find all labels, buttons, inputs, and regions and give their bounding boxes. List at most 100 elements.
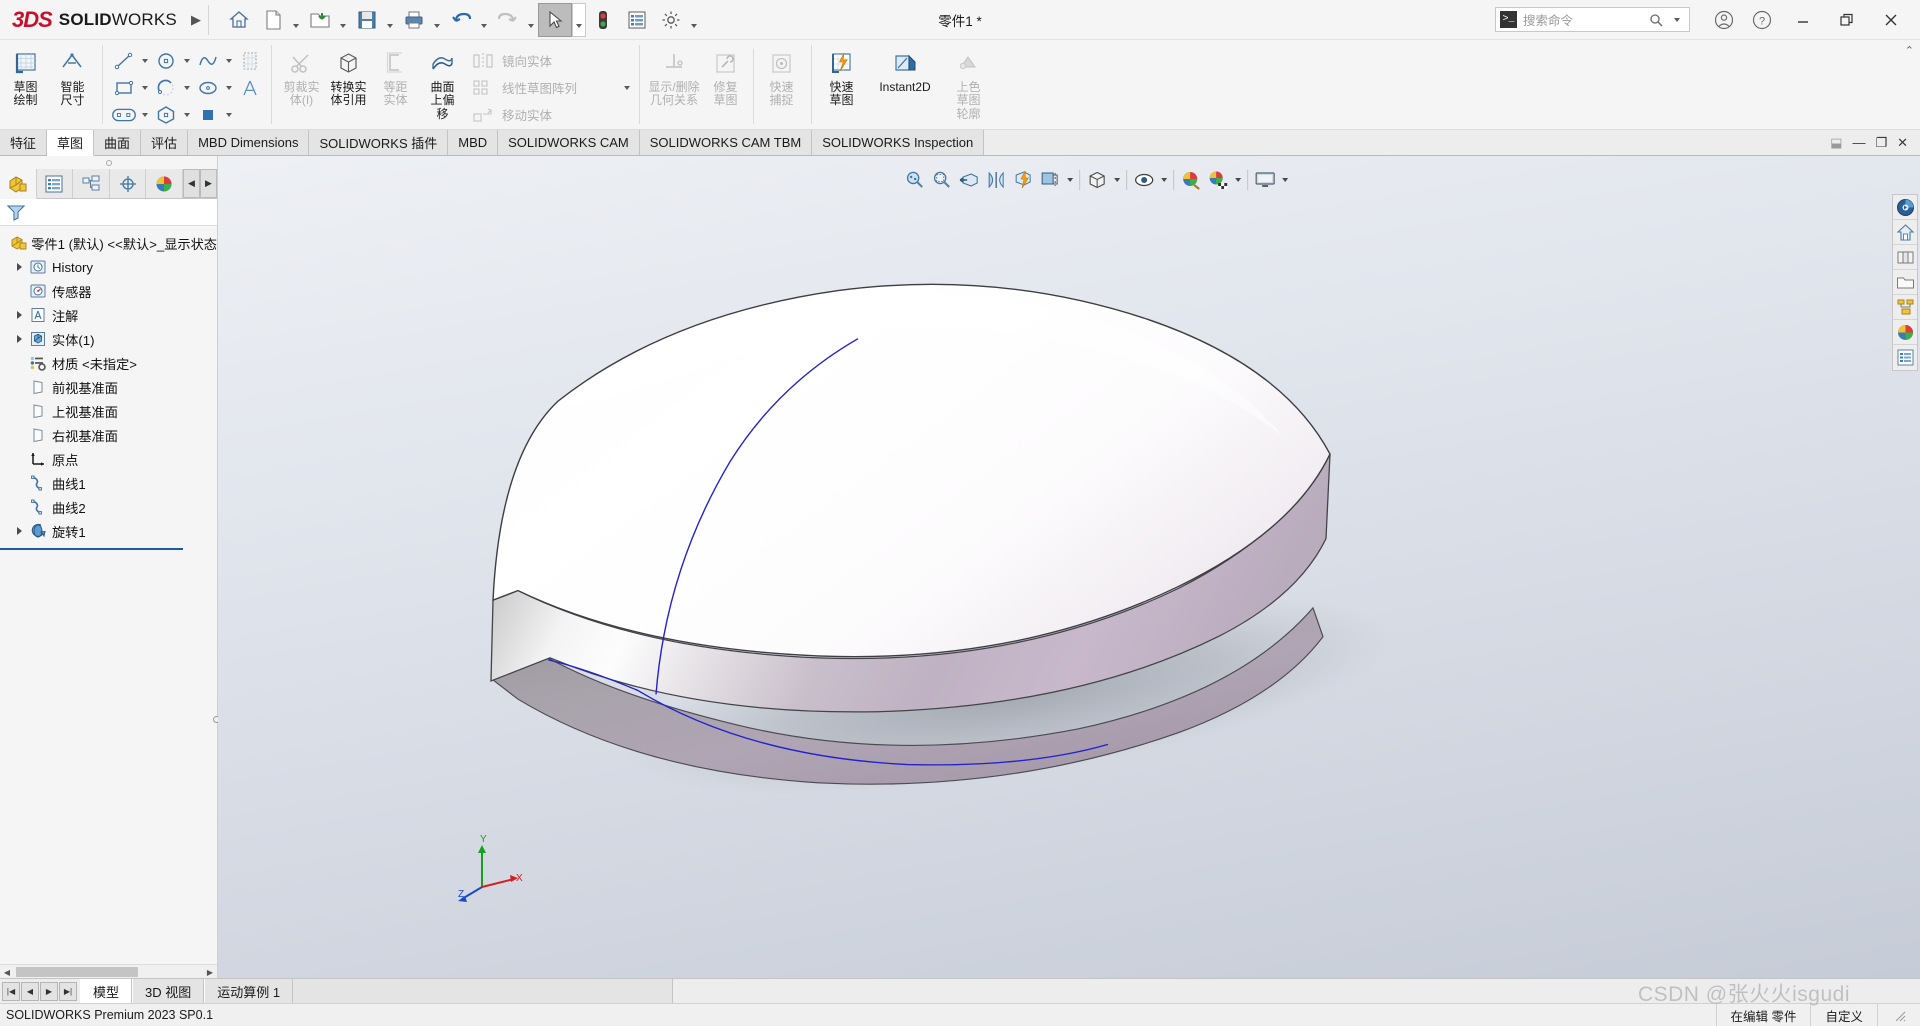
properties-list-icon[interactable] <box>1893 345 1917 370</box>
save-icon[interactable] <box>350 3 384 37</box>
offset-entities-button[interactable]: 等距 实体 <box>372 44 419 124</box>
tree-horizontal-scrollbar[interactable]: ◀ ▶ <box>0 964 217 978</box>
tab-solidworks-cam[interactable]: SOLIDWORKS CAM <box>498 130 640 155</box>
property-manager-tab[interactable] <box>37 169 74 198</box>
tree-root-part[interactable]: 零件1 (默认) <<默认>_显示状态 <box>0 231 217 255</box>
tab-solidworks-inspection[interactable]: SOLIDWORKS Inspection <box>812 130 985 155</box>
instant2d-button[interactable]: Instant2D <box>865 44 945 124</box>
undo-icon[interactable] <box>444 3 478 37</box>
rollback-bar[interactable] <box>0 548 183 550</box>
tree-item-front-plane[interactable]: 前视基准面 <box>0 375 217 399</box>
solid-bodies-expander-icon[interactable] <box>12 335 27 343</box>
account-circle-icon[interactable] <box>1706 3 1742 37</box>
print-caret-icon[interactable] <box>431 3 444 37</box>
doc-nav-last[interactable]: ▶| <box>59 981 77 1001</box>
graphics-viewport[interactable]: Y X Z <box>218 156 1920 978</box>
display-delete-relations-button[interactable]: 显示/删除 几何关系 <box>646 44 702 124</box>
mirror-entities-item[interactable]: 镜向实体 <box>468 47 633 74</box>
tree-item-material[interactable]: 材质 <未指定> <box>0 351 217 375</box>
slot-icon[interactable] <box>109 102 139 128</box>
configuration-manager-tab[interactable] <box>73 169 110 198</box>
history-expander-icon[interactable] <box>12 263 27 271</box>
redo-caret-icon[interactable] <box>525 3 538 37</box>
gear-settings-icon[interactable] <box>654 3 688 37</box>
shaded-sketch-contours-button[interactable]: 上色 草图 轮廓 <box>945 44 992 124</box>
tab-evaluate[interactable]: 评估 <box>141 130 189 155</box>
doc-nav-prev[interactable]: ◀ <box>21 981 39 1001</box>
home-icon[interactable] <box>222 3 256 37</box>
close-window-button[interactable] <box>1870 3 1912 37</box>
line-caret-icon[interactable] <box>139 48 151 74</box>
text-a-icon[interactable] <box>235 75 265 101</box>
doc-nav-first[interactable]: |◀ <box>2 981 20 1001</box>
polygon-dummy-caret-icon[interactable] <box>181 102 193 128</box>
gear-settings-caret-icon[interactable] <box>688 3 701 37</box>
quick-snaps-button[interactable]: 快速 捕捉 <box>758 44 805 124</box>
search-caret-icon[interactable] <box>1669 9 1685 31</box>
close-doc-window[interactable]: ✕ <box>1897 135 1908 151</box>
panel-collapse-handle[interactable] <box>0 156 217 169</box>
folder-open-icon[interactable] <box>1893 270 1917 295</box>
doc-tab-motion-study[interactable]: 运动算例 1 <box>204 979 294 1003</box>
tree-scroll-right-icon[interactable]: ▶ <box>203 966 217 978</box>
sketch-plane-icon[interactable] <box>235 48 265 74</box>
doc-tab-3dviews[interactable]: 3D 视图 <box>132 979 205 1003</box>
tree-filter-input[interactable] <box>0 199 217 226</box>
dimxpert-manager-tab[interactable] <box>110 169 147 198</box>
tree-item-annotations[interactable]: 注解 <box>0 303 217 327</box>
minimize-window-button[interactable] <box>1782 3 1824 37</box>
revolve1-expander-icon[interactable] <box>12 527 27 535</box>
tab-mbd[interactable]: MBD <box>448 130 499 155</box>
linear-sketch-pattern-caret-icon[interactable] <box>621 75 633 101</box>
rectangle-caret-icon[interactable] <box>139 75 151 101</box>
feature-tab-scroll-left[interactable]: ◀ <box>183 169 200 198</box>
trim-entities-button[interactable]: 剪裁实 体(I) <box>278 44 325 124</box>
new-document-icon[interactable] <box>256 3 290 37</box>
annotations-expander-icon[interactable] <box>12 311 27 319</box>
ellipse-caret-icon[interactable] <box>223 75 235 101</box>
feature-manager-tab[interactable] <box>0 169 37 199</box>
circle-icon[interactable] <box>151 48 181 74</box>
select-cursor-icon[interactable] <box>537 2 572 37</box>
move-entities-item[interactable]: 移动实体 <box>468 101 633 128</box>
ribbon-collapse-control[interactable]: ⌃ <box>1905 44 1914 57</box>
doc-nav-next[interactable]: ▶ <box>40 981 58 1001</box>
minimize-doc-window[interactable]: — <box>1852 135 1865 150</box>
status-resize-grip-icon[interactable] <box>1877 1003 1920 1026</box>
convert-entities-button[interactable]: 转换实 体引用 <box>325 44 372 124</box>
tree-item-curve2[interactable]: 曲线2 <box>0 495 217 519</box>
open-folder-icon[interactable] <box>303 3 337 37</box>
options-list-icon[interactable] <box>620 3 654 37</box>
polygon-icon[interactable] <box>151 102 181 128</box>
tree-item-solid-bodies[interactable]: 实体(1) <box>0 327 217 351</box>
redo-icon[interactable] <box>491 3 525 37</box>
smart-dimension-button[interactable]: 智能 尺寸 <box>49 44 96 124</box>
undo-caret-icon[interactable] <box>478 3 491 37</box>
spline-caret-icon[interactable] <box>223 48 235 74</box>
doc-tab-model[interactable]: 模型 <box>80 979 133 1003</box>
tree-item-top-plane[interactable]: 上视基准面 <box>0 399 217 423</box>
tree-item-sensors[interactable]: 传感器 <box>0 279 217 303</box>
tree-item-curve1[interactable]: 曲线1 <box>0 471 217 495</box>
linear-sketch-pattern-item[interactable]: 线性草图阵列 <box>468 74 633 101</box>
sketch-draw-button[interactable]: 草图 绘制 <box>2 44 49 124</box>
tree-item-revolve1[interactable]: 旋转1 <box>0 519 217 543</box>
arc-icon[interactable] <box>151 75 181 101</box>
restore-doc-window[interactable]: ⬓ <box>1830 135 1842 151</box>
line-icon[interactable] <box>109 48 139 74</box>
tree-item-history[interactable]: History <box>0 255 217 279</box>
tab-solidworks-addins[interactable]: SOLIDWORKS 插件 <box>309 130 449 155</box>
point-square-icon[interactable] <box>193 102 223 128</box>
ribbon-collapse-chevron-icon[interactable]: ⌃ <box>1905 44 1914 57</box>
spline-icon[interactable] <box>193 48 223 74</box>
search-input[interactable]: >_ 搜索命令 <box>1495 7 1690 32</box>
ellipse-icon[interactable] <box>193 75 223 101</box>
hierarchy-icon[interactable] <box>1893 295 1917 320</box>
tab-sketch[interactable]: 草图 <box>47 130 95 156</box>
arc-caret-icon[interactable] <box>181 75 193 101</box>
point-caret-icon[interactable] <box>223 102 235 128</box>
tree-scroll-left-icon[interactable]: ◀ <box>0 966 14 978</box>
maximize-doc-window[interactable]: ❐ <box>1875 135 1887 151</box>
offset-on-surface-button[interactable]: 曲面 上偏 移 <box>419 44 466 124</box>
open-folder-caret-icon[interactable] <box>337 3 350 37</box>
